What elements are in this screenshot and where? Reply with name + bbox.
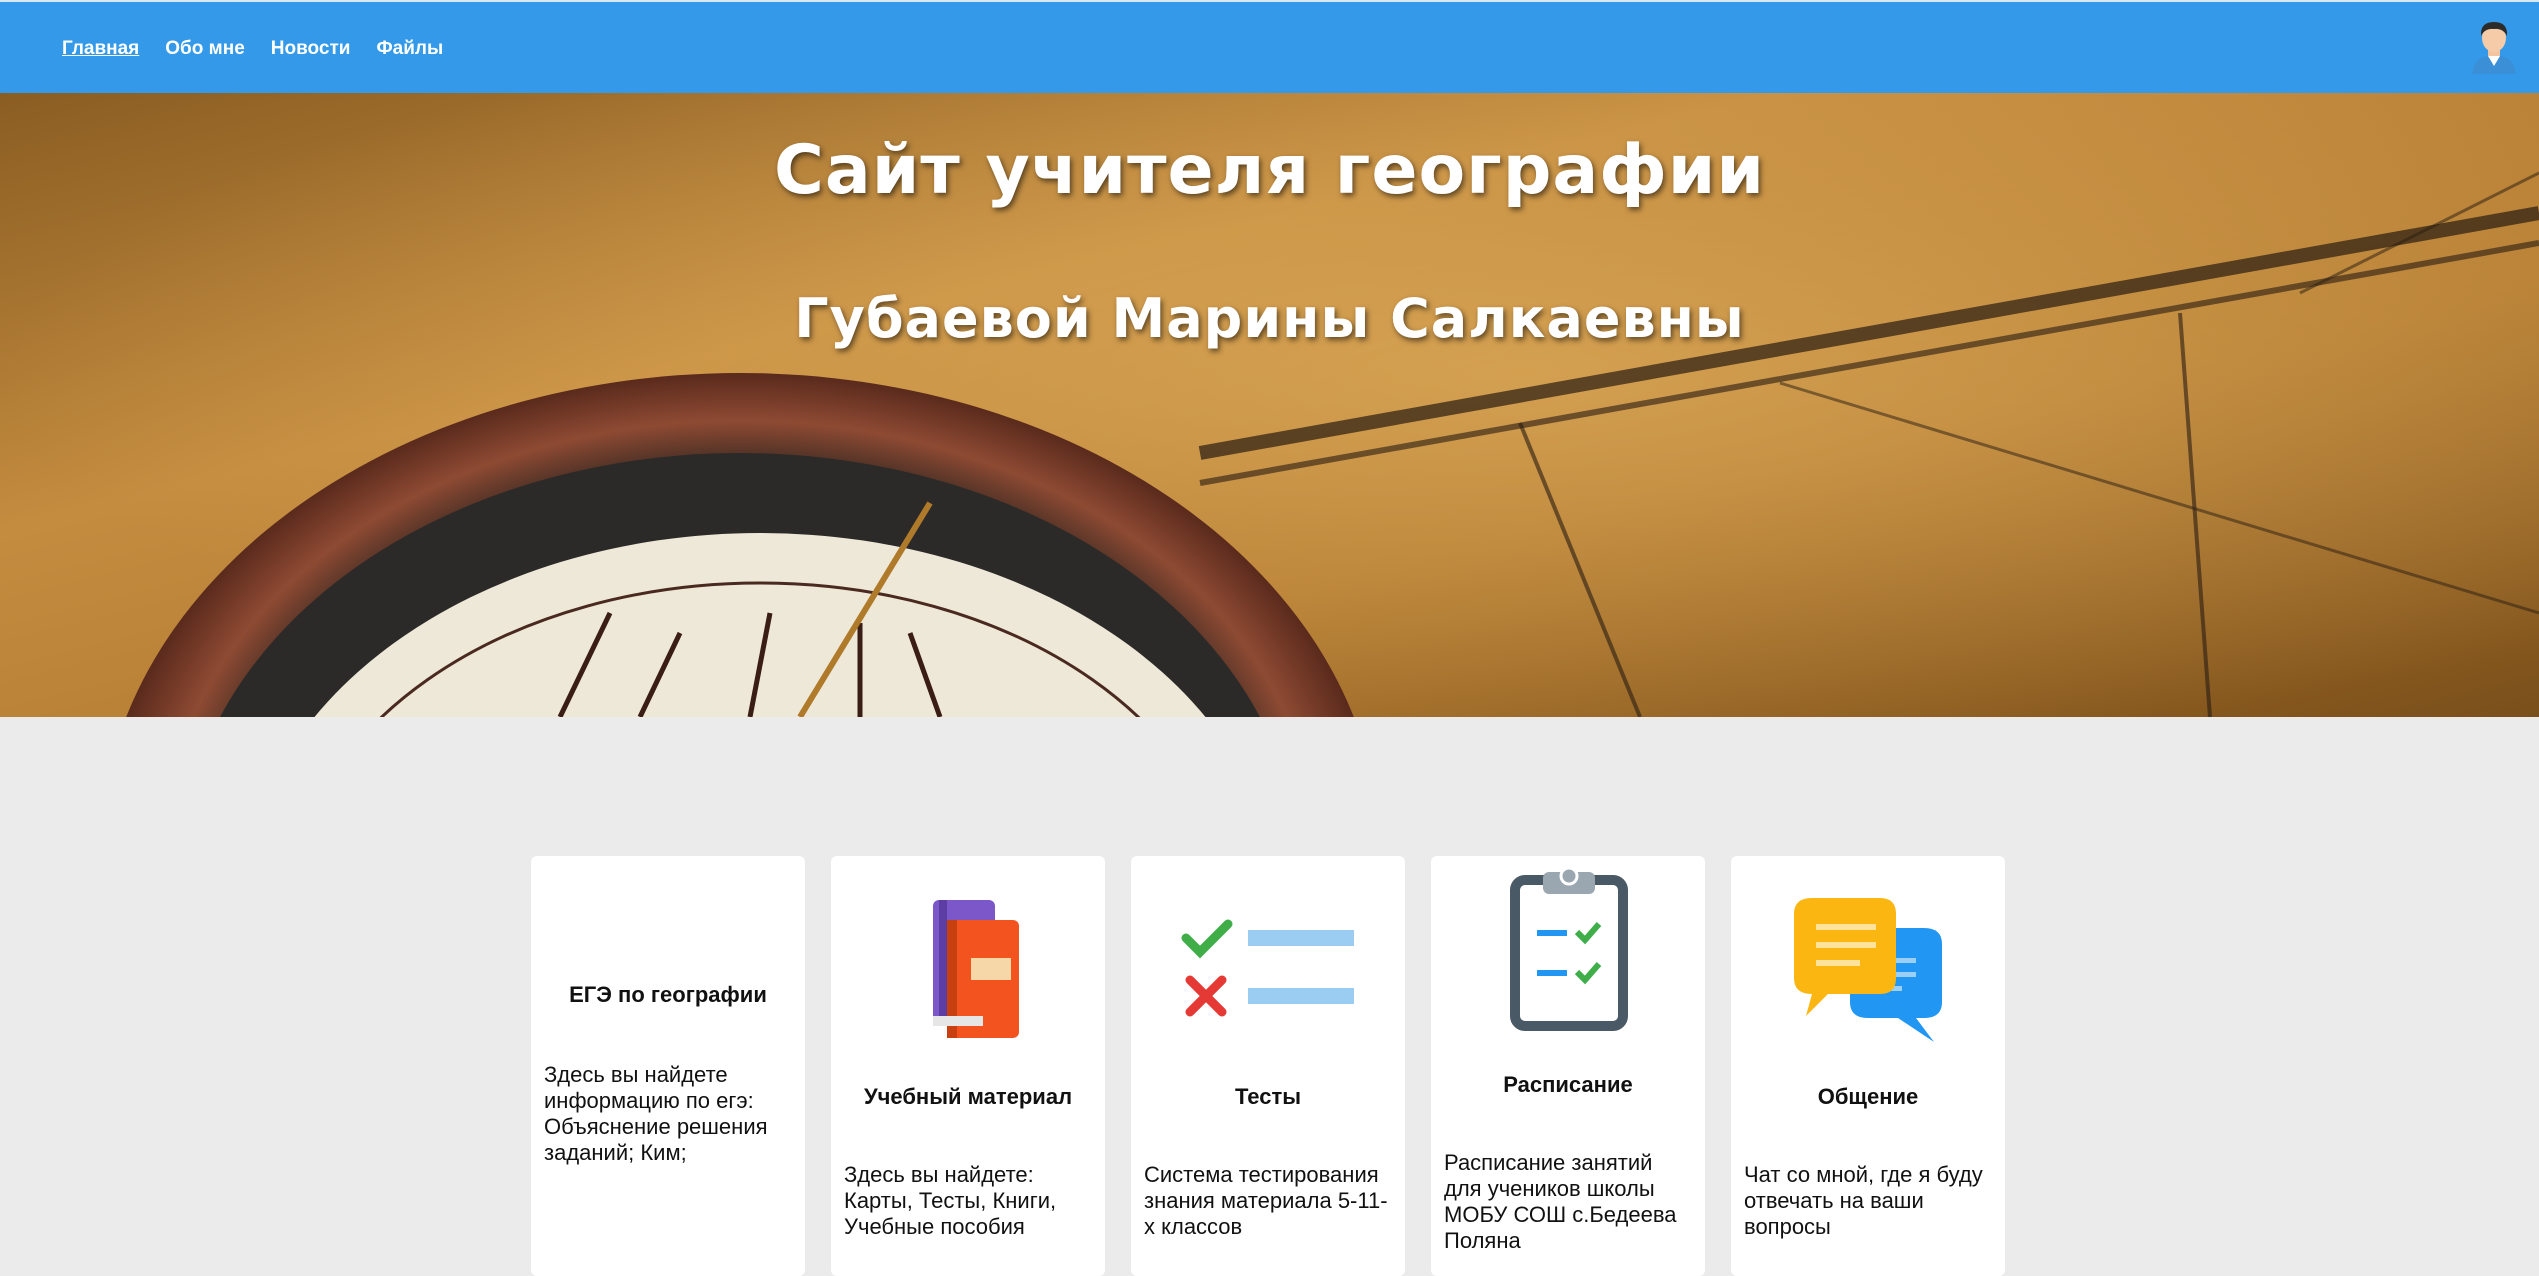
- top-navbar: Главная Обо мне Новости Файлы: [0, 0, 2539, 93]
- card-title: Тесты: [1234, 1084, 1302, 1109]
- checklist-icon: [1131, 918, 1405, 1028]
- nav-news-link[interactable]: Новости: [271, 38, 351, 60]
- nav-files-link[interactable]: Файлы: [376, 38, 443, 60]
- card-title: Учебный материал: [863, 1084, 1073, 1109]
- card-title: Расписание: [1503, 1072, 1633, 1097]
- hero-banner: Сайт учителя географии Губаевой Марины С…: [0, 93, 2539, 717]
- books-icon: [831, 892, 1105, 1042]
- nav-about-link[interactable]: Обо мне: [165, 38, 245, 60]
- card-description: Чат со мной, где я буду отвечать на ваши…: [1744, 1162, 1983, 1239]
- card-description: Система тестирования знания материала 5-…: [1144, 1162, 1388, 1239]
- card-communication[interactable]: Общение Чат со мной, где я буду отвечать…: [1731, 856, 2005, 1276]
- card-description: Здесь вы найдете информацию по егэ: Объя…: [544, 1062, 768, 1165]
- site-subtitle: Губаевой Марины Салкаевны: [794, 287, 1745, 350]
- site-title: Сайт учителя географии: [773, 131, 1766, 210]
- card-study-materials[interactable]: Учебный материал Здесь вы найдете: Карты…: [831, 856, 1105, 1276]
- card-schedule[interactable]: Расписание Расписание занятий для ученик…: [1431, 856, 1705, 1276]
- user-avatar-icon[interactable]: [2470, 18, 2518, 74]
- chat-bubbles-icon: [1731, 892, 2005, 1042]
- card-tests[interactable]: Тесты Система тестирования знания матери…: [1131, 856, 1405, 1276]
- card-description: Здесь вы найдете: Карты, Тесты, Книги, У…: [844, 1162, 1057, 1239]
- clipboard-icon: [1431, 866, 1705, 1032]
- nav-home-link[interactable]: Главная: [62, 38, 139, 60]
- card-title: ЕГЭ по географии: [569, 982, 767, 1007]
- card-ege[interactable]: ЕГЭ по географии Здесь вы найдете информ…: [531, 856, 805, 1276]
- main-nav: Главная Обо мне Новости Файлы: [62, 38, 443, 60]
- card-title: Общение: [1817, 1084, 1919, 1109]
- card-description: Расписание занятий для учеников школы МО…: [1444, 1150, 1677, 1253]
